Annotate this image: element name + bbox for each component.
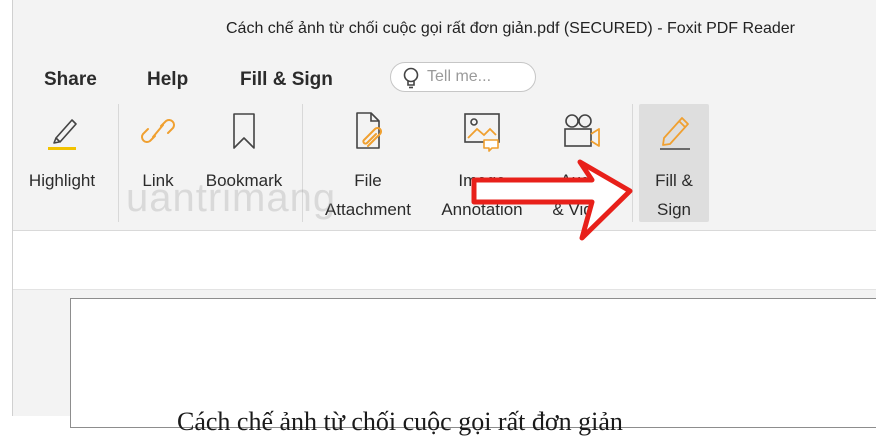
secondary-toolbar	[12, 231, 876, 290]
image-annotation-label-line1: Image	[458, 171, 506, 190]
ribbon: Share Help Fill & Sign Highlight Link	[12, 56, 876, 231]
video-camera-icon	[564, 114, 600, 147]
image-annotation-icon	[464, 113, 500, 152]
bookmark-icon	[233, 113, 255, 149]
audio-video-label-line2: & Video	[552, 200, 612, 219]
highlight-label: Highlight	[28, 171, 96, 190]
window-left-edge	[0, 0, 13, 416]
link-icon	[141, 119, 175, 143]
pdf-page[interactable]: Cách chế ảnh từ chối cuộc gọi rất đơn gi…	[70, 298, 876, 436]
file-attachment-icon	[356, 112, 383, 149]
tab-share[interactable]: Share	[44, 69, 97, 91]
file-attachment-button[interactable]: File Attachment	[316, 104, 420, 222]
window-title: Cách chế ảnh từ chối cuộc gọi rất đơn gi…	[226, 20, 795, 37]
toolbar-separator	[118, 104, 119, 222]
fill-sign-pen-icon	[660, 117, 690, 150]
tab-fill-sign[interactable]: Fill & Sign	[240, 69, 333, 91]
document-heading: Cách chế ảnh từ chối cuộc gọi rất đơn gi…	[177, 407, 623, 436]
image-annotation-button[interactable]: Image Annotation	[430, 104, 534, 222]
highlighter-icon	[48, 119, 77, 150]
image-annotation-label-line2: Annotation	[441, 200, 523, 219]
lightbulb-icon	[403, 67, 419, 89]
bookmark-button[interactable]: Bookmark	[196, 104, 292, 222]
toolbar-separator	[302, 104, 303, 222]
tab-help[interactable]: Help	[147, 69, 188, 91]
file-attachment-label-line2: Attachment	[325, 200, 411, 219]
fill-sign-label-line1: Fill &	[655, 171, 693, 190]
audio-video-label-line1: Audio	[560, 171, 604, 190]
bookmark-label: Bookmark	[205, 171, 283, 190]
highlight-button[interactable]: Highlight	[14, 104, 110, 222]
audio-video-button[interactable]: Audio & Video	[540, 104, 624, 222]
file-attachment-label-line1: File	[354, 171, 382, 190]
tell-me-input[interactable]	[427, 66, 527, 88]
link-label: Link	[142, 171, 174, 190]
document-area[interactable]: Cách chế ảnh từ chối cuộc gọi rất đơn gi…	[12, 290, 876, 436]
tell-me-box[interactable]	[390, 62, 536, 92]
toolbar-separator	[632, 104, 633, 222]
link-button[interactable]: Link	[124, 104, 192, 222]
title-bar: Cách chế ảnh từ chối cuộc gọi rất đơn gi…	[12, 0, 876, 56]
fill-sign-label-line2: Sign	[656, 200, 692, 219]
fill-sign-button[interactable]: Fill & Sign	[639, 104, 709, 222]
